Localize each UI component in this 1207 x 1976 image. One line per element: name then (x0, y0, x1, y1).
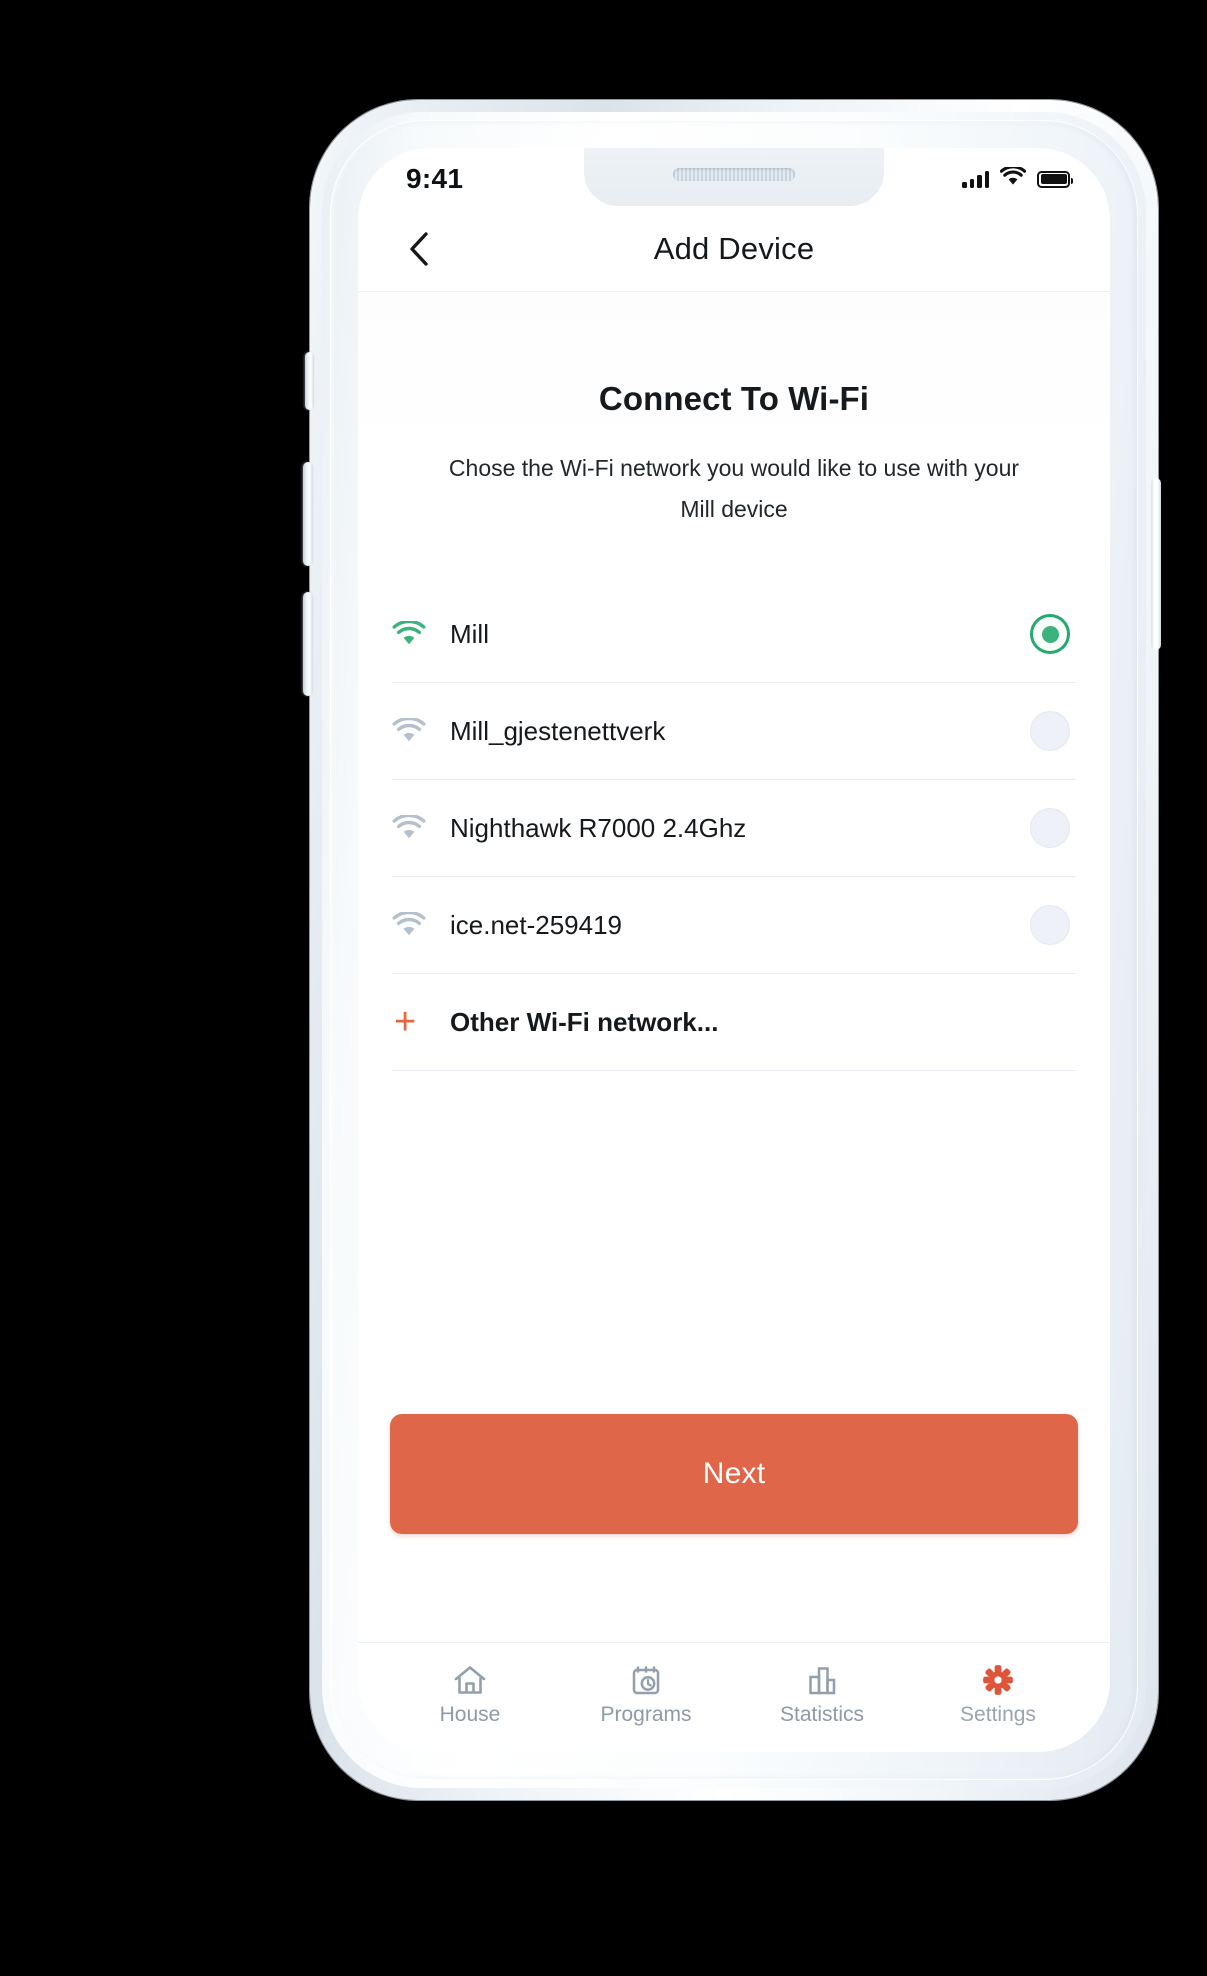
other-wifi-network-label: Other Wi-Fi network... (450, 1006, 719, 1037)
wifi-icon (392, 718, 436, 744)
tab-label: Statistics (779, 1703, 865, 1726)
silent-switch-button[interactable] (305, 352, 314, 410)
tab-label: Settings (960, 1703, 1036, 1726)
wifi-network-name: Nighthawk R7000 2.4Ghz (450, 812, 747, 843)
tab-label: Programs (600, 1703, 692, 1726)
tab-programs[interactable]: Programs (571, 1662, 721, 1727)
bottom-tab-bar: House Programs Statistics Settings (358, 1642, 1110, 1752)
volume-down-button[interactable] (303, 592, 313, 696)
wifi-icon (999, 165, 1027, 191)
status-bar: 9:41 (358, 148, 1110, 206)
tab-house[interactable]: House (395, 1662, 545, 1727)
status-time: 9:41 (406, 163, 464, 194)
status-icon-group (962, 165, 1073, 191)
tab-label: House (439, 1703, 501, 1726)
battery-full-icon (1037, 170, 1073, 188)
volume-up-button[interactable] (303, 462, 313, 566)
tab-settings[interactable]: Settings (923, 1662, 1073, 1727)
wifi-network-row[interactable]: Mill (392, 586, 1076, 683)
chevron-left-icon (410, 231, 428, 266)
plus-icon: + (394, 1001, 417, 1043)
page-title: Add Device (653, 230, 815, 266)
wifi-network-list: Mill Mill_gjestenettverk Nighthawk R7000… (358, 586, 1110, 1071)
wifi-icon (392, 912, 436, 938)
home-icon (453, 1662, 487, 1696)
bar-chart-icon (805, 1662, 839, 1696)
calendar-clock-icon (629, 1662, 663, 1696)
tab-statistics[interactable]: Statistics (747, 1662, 897, 1727)
cellular-signal-icon (962, 170, 989, 188)
wifi-network-name: Mill_gjestenettverk (450, 715, 666, 746)
wifi-radio[interactable] (1030, 711, 1070, 751)
wifi-radio[interactable] (1030, 905, 1070, 945)
screen-content: Connect To Wi-Fi Chose the Wi-Fi network… (358, 292, 1110, 1642)
app-navbar: Add Device (358, 206, 1110, 292)
wifi-network-row[interactable]: Mill_gjestenettverk (392, 683, 1076, 780)
phone-screen: 9:41 Add Device Connect To Wi-Fi Chose t… (358, 148, 1110, 1752)
power-button[interactable] (1151, 478, 1161, 650)
section-heading: Connect To Wi-Fi (598, 380, 870, 417)
wifi-radio-selected[interactable] (1030, 614, 1070, 654)
wifi-icon (392, 621, 436, 647)
wifi-network-row[interactable]: ice.net-259419 (392, 877, 1076, 974)
wifi-network-name: ice.net-259419 (450, 909, 623, 940)
next-button[interactable]: Next (390, 1414, 1078, 1534)
wifi-network-name: Mill (450, 618, 489, 649)
screenshot-stage: 9:41 Add Device Connect To Wi-Fi Chose t… (0, 0, 1207, 1976)
back-button[interactable] (396, 226, 442, 272)
other-wifi-network-row[interactable]: + Other Wi-Fi network... (392, 974, 1076, 1071)
gear-icon (981, 1662, 1015, 1696)
wifi-network-row[interactable]: Nighthawk R7000 2.4Ghz (392, 780, 1076, 877)
wifi-icon (392, 815, 436, 841)
wifi-radio[interactable] (1030, 808, 1070, 848)
section-subtitle: Chose the Wi-Fi network you would like t… (448, 455, 1020, 522)
